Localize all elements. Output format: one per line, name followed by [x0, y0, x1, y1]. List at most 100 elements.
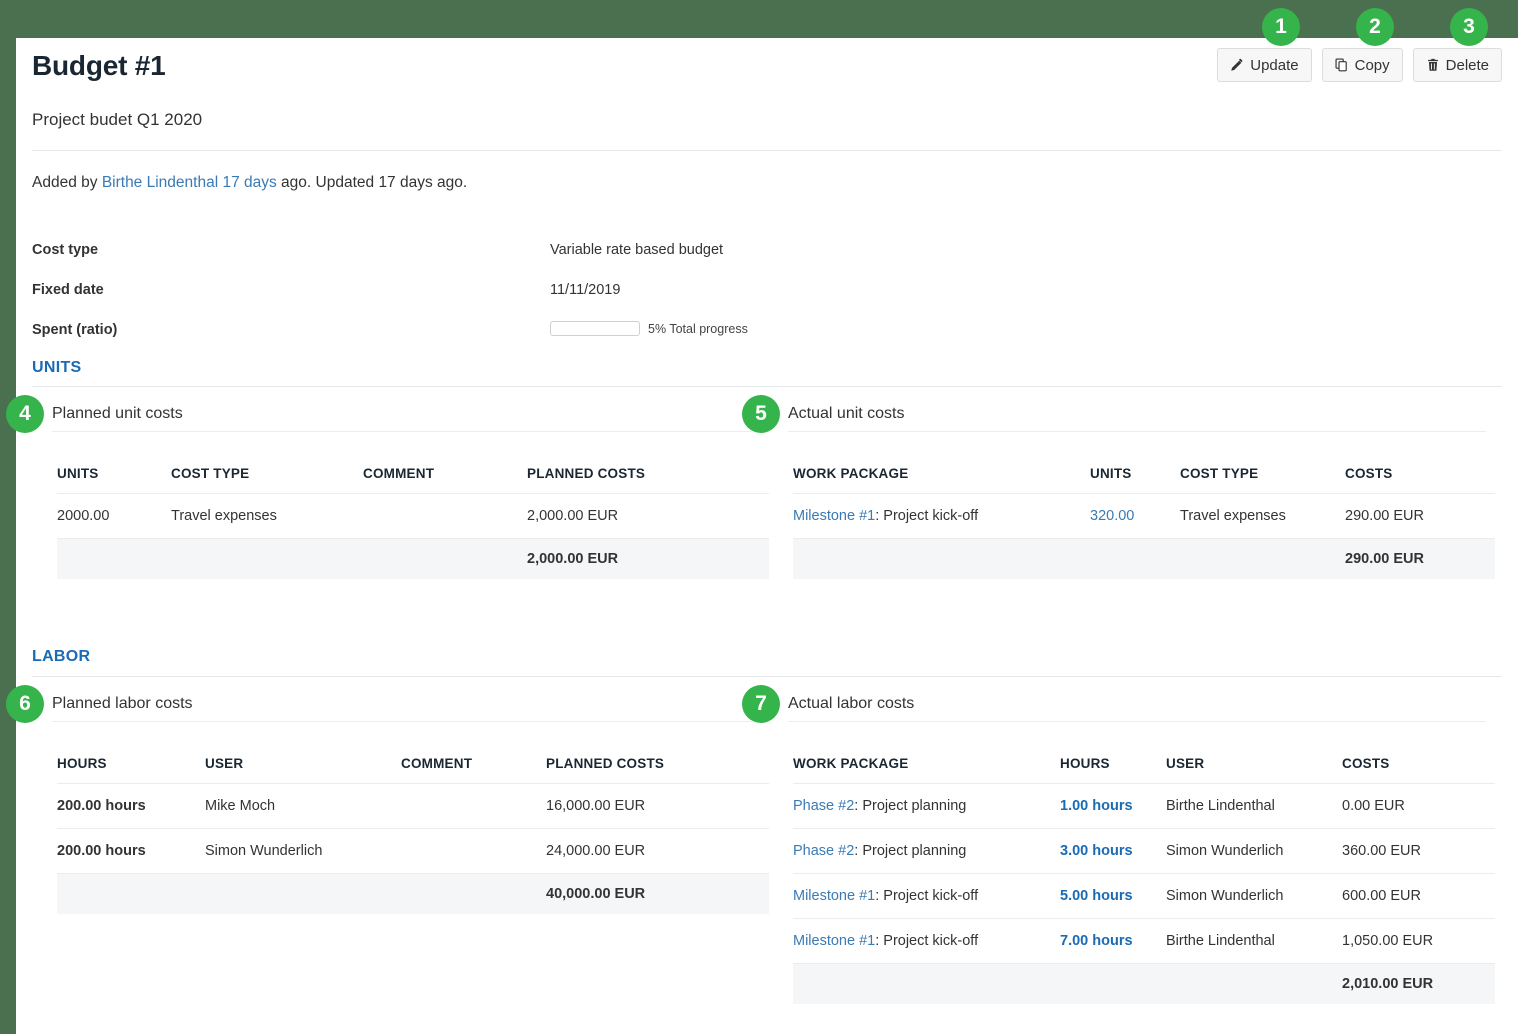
- attribute-value: Variable rate based budget: [550, 242, 723, 258]
- group-rule-units: [32, 386, 1502, 387]
- cell-work-package: Phase #2: Project planning: [793, 829, 1060, 874]
- work-package-link[interactable]: Phase #2: [793, 843, 854, 859]
- cell-work-package: Milestone #1: Project kick-off: [793, 874, 1060, 919]
- cell-hours: 200.00 hours: [57, 829, 205, 874]
- column-header-planned-costs: PLANNED COSTS: [527, 466, 769, 494]
- hours-link[interactable]: 5.00 hours: [1060, 888, 1133, 904]
- budget-detail-card: Budget #1 Update Copy: [16, 38, 1518, 1034]
- hours-link[interactable]: 3.00 hours: [1060, 843, 1133, 859]
- attribute-value: 11/11/2019: [550, 282, 620, 298]
- work-package-subject: : Project planning: [854, 843, 966, 859]
- budget-subject: Project budet Q1 2020: [32, 110, 202, 130]
- cell-planned-costs: 2,000.00 EUR: [527, 494, 769, 539]
- cell-empty: [171, 539, 363, 580]
- work-package-subject: : Project planning: [854, 798, 966, 814]
- hours-link[interactable]: 7.00 hours: [1060, 933, 1133, 949]
- table-row: 200.00 hours Simon Wunderlich 24,000.00 …: [57, 829, 769, 874]
- table-row: Milestone #1: Project kick-off 7.00 hour…: [793, 919, 1495, 964]
- column-header-user: USER: [1166, 756, 1342, 784]
- cell-hours: 3.00 hours: [1060, 829, 1166, 874]
- cell-comment: [401, 784, 546, 829]
- planned-labor-costs-heading: Planned labor costs: [52, 695, 193, 713]
- planned-unit-costs-rule: [52, 431, 752, 432]
- actual-unit-costs-table: WORK PACKAGE UNITS COST TYPE COSTS Miles…: [793, 466, 1495, 579]
- table-header-row: UNITS COST TYPE COMMENT PLANNED COSTS: [57, 466, 769, 494]
- update-button-label: Update: [1250, 57, 1298, 74]
- annotation-badge-5: 5: [742, 395, 780, 433]
- cell-empty: [793, 964, 1060, 1005]
- column-header-cost-type: COST TYPE: [1180, 466, 1345, 494]
- work-package-link[interactable]: Milestone #1: [793, 933, 875, 949]
- column-header-work-package: WORK PACKAGE: [793, 466, 1090, 494]
- cell-empty: [205, 874, 401, 915]
- column-header-user: USER: [205, 756, 401, 784]
- action-toolbar: Update Copy Delete: [1217, 48, 1502, 82]
- units-link[interactable]: 320.00: [1090, 508, 1134, 524]
- column-header-hours: HOURS: [57, 756, 205, 784]
- table-row: Milestone #1: Project kick-off 320.00 Tr…: [793, 494, 1495, 539]
- work-package-link[interactable]: Milestone #1: [793, 888, 875, 904]
- author-link[interactable]: Birthe Lindenthal 17 days: [102, 174, 277, 191]
- annotation-badge-4: 4: [6, 395, 44, 433]
- cell-user: Simon Wunderlich: [1166, 829, 1342, 874]
- work-package-link[interactable]: Milestone #1: [793, 508, 875, 524]
- meta-suffix: ago. Updated 17 days ago.: [277, 174, 467, 191]
- cell-costs: 600.00 EUR: [1342, 874, 1495, 919]
- cell-empty: [57, 539, 171, 580]
- cell-costs: 360.00 EUR: [1342, 829, 1495, 874]
- cell-total: 2,010.00 EUR: [1342, 964, 1495, 1005]
- cell-empty: [401, 874, 546, 915]
- hours-link[interactable]: 1.00 hours: [1060, 798, 1133, 814]
- cell-hours: 1.00 hours: [1060, 784, 1166, 829]
- planned-labor-costs-table: HOURS USER COMMENT PLANNED COSTS 200.00 …: [57, 756, 769, 914]
- trash-icon: [1426, 58, 1440, 72]
- cell-user: Birthe Lindenthal: [1166, 784, 1342, 829]
- table-row: Phase #2: Project planning 3.00 hours Si…: [793, 829, 1495, 874]
- delete-button[interactable]: Delete: [1413, 48, 1502, 82]
- cell-empty: [793, 539, 1090, 580]
- copy-icon: [1335, 58, 1349, 72]
- cell-work-package: Milestone #1: Project kick-off: [793, 494, 1090, 539]
- cell-costs: 0.00 EUR: [1342, 784, 1495, 829]
- update-button[interactable]: Update: [1217, 48, 1311, 82]
- meta-prefix: Added by: [32, 174, 102, 191]
- work-package-subject: : Project kick-off: [875, 508, 978, 524]
- header-divider: [32, 150, 1502, 151]
- actual-labor-costs-rule: [788, 721, 1486, 722]
- cell-cost-type: Travel expenses: [1180, 494, 1345, 539]
- cell-user: Simon Wunderlich: [1166, 874, 1342, 919]
- cell-empty: [57, 874, 205, 915]
- cell-total: 40,000.00 EUR: [546, 874, 769, 915]
- cell-comment: [401, 829, 546, 874]
- cell-hours: 7.00 hours: [1060, 919, 1166, 964]
- table-total-row: 40,000.00 EUR: [57, 874, 769, 915]
- table-total-row: 2,000.00 EUR: [57, 539, 769, 580]
- page-title: Budget #1: [32, 50, 166, 82]
- work-package-link[interactable]: Phase #2: [793, 798, 854, 814]
- attribute-label: Fixed date: [32, 282, 104, 298]
- table-row: 2000.00 Travel expenses 2,000.00 EUR: [57, 494, 769, 539]
- table-row: Milestone #1: Project kick-off 5.00 hour…: [793, 874, 1495, 919]
- group-rule-labor: [32, 676, 1502, 677]
- cell-empty: [1090, 539, 1180, 580]
- copy-button-label: Copy: [1355, 57, 1390, 74]
- annotation-badge-2: 2: [1356, 8, 1394, 46]
- cell-hours: 200.00 hours: [57, 784, 205, 829]
- meta-line: Added by Birthe Lindenthal 17 days ago. …: [32, 174, 467, 192]
- planned-unit-costs-heading: Planned unit costs: [52, 405, 183, 423]
- table-row: 200.00 hours Mike Moch 16,000.00 EUR: [57, 784, 769, 829]
- actual-labor-costs-heading: Actual labor costs: [788, 695, 914, 713]
- table-total-row: 2,010.00 EUR: [793, 964, 1495, 1005]
- column-header-units: UNITS: [57, 466, 171, 494]
- annotation-badge-7: 7: [742, 685, 780, 723]
- cell-comment: [363, 494, 527, 539]
- actual-unit-costs-heading: Actual unit costs: [788, 405, 905, 423]
- attribute-label: Cost type: [32, 242, 98, 258]
- group-title-labor: LABOR: [32, 648, 90, 666]
- table-header-row: WORK PACKAGE HOURS USER COSTS: [793, 756, 1495, 784]
- copy-button[interactable]: Copy: [1322, 48, 1403, 82]
- work-package-subject: : Project kick-off: [875, 888, 978, 904]
- cell-empty: [363, 539, 527, 580]
- cell-total: 290.00 EUR: [1345, 539, 1495, 580]
- cell-units: 320.00: [1090, 494, 1180, 539]
